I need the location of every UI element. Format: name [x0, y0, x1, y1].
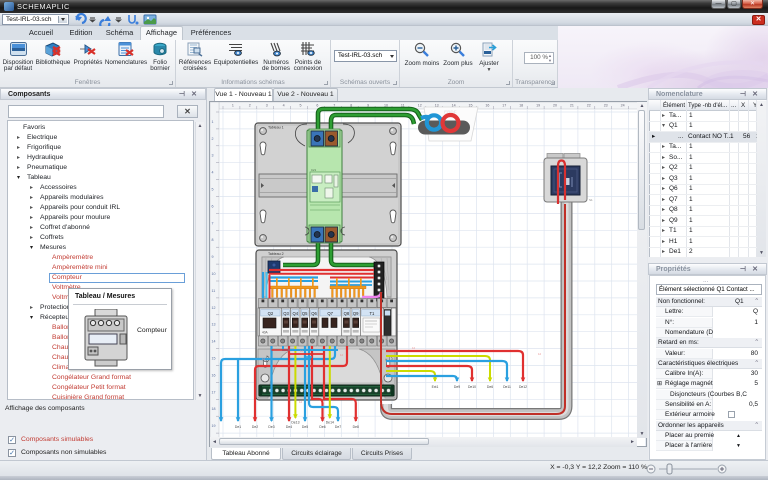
- svg-text:40A: 40A: [262, 331, 269, 335]
- svg-text:De8: De8: [353, 425, 359, 429]
- svg-text:21: 21: [570, 104, 574, 108]
- svg-text:15: 15: [212, 357, 216, 361]
- svg-text:16: 16: [212, 373, 216, 377]
- svg-text:17: 17: [212, 390, 216, 394]
- svg-text:23: 23: [604, 104, 608, 108]
- svg-text:De9: De9: [454, 385, 460, 389]
- svg-text:6: 6: [212, 204, 214, 208]
- svg-text:12: 12: [262, 357, 266, 361]
- svg-text:Ext1: Ext1: [432, 385, 439, 389]
- svg-text:17: 17: [502, 104, 506, 108]
- svg-text:5: 5: [300, 104, 302, 108]
- svg-text:De2: De2: [252, 425, 258, 429]
- svg-text:12: 12: [300, 349, 304, 353]
- svg-text:24: 24: [621, 104, 625, 108]
- svg-text:4: 4: [283, 104, 285, 108]
- svg-text:Q9: Q9: [353, 311, 359, 316]
- svg-text:19: 19: [212, 424, 216, 428]
- svg-text:16: 16: [485, 104, 489, 108]
- svg-text:5: 5: [212, 188, 214, 192]
- svg-text:De4: De4: [286, 425, 292, 429]
- svg-text:De10: De10: [468, 385, 476, 389]
- svg-text:S1: S1: [589, 198, 593, 202]
- svg-text:19: 19: [536, 104, 540, 108]
- svg-text:6: 6: [316, 104, 318, 108]
- svg-text:20: 20: [553, 104, 557, 108]
- svg-text:Tableau 1: Tableau 1: [268, 126, 284, 130]
- svg-text:1: 1: [212, 120, 214, 124]
- svg-text:C21: C21: [311, 168, 317, 172]
- svg-text:12: 12: [299, 400, 303, 404]
- svg-text:2: 2: [212, 137, 214, 141]
- svg-text:De3: De3: [268, 425, 274, 429]
- svg-text:Q7: Q7: [327, 311, 333, 316]
- svg-text:3: 3: [212, 154, 214, 158]
- svg-text:De11: De11: [503, 385, 511, 389]
- svg-text:8: 8: [212, 238, 214, 242]
- svg-text:Q5: Q5: [302, 311, 308, 316]
- svg-text:18: 18: [212, 407, 216, 411]
- svg-text:Q2: Q2: [268, 311, 274, 316]
- svg-text:De6: De6: [319, 425, 325, 429]
- svg-text:10: 10: [212, 272, 216, 276]
- svg-text:9: 9: [212, 255, 214, 259]
- svg-text:Q3: Q3: [283, 311, 289, 316]
- svg-text:Q4: Q4: [293, 311, 299, 316]
- svg-text:22: 22: [587, 104, 591, 108]
- svg-text:Q8: Q8: [344, 311, 350, 316]
- svg-text:12: 12: [340, 353, 344, 357]
- svg-text:12: 12: [418, 104, 422, 108]
- svg-text:18: 18: [519, 104, 523, 108]
- svg-text:4: 4: [212, 171, 214, 175]
- svg-text:12: 12: [412, 346, 416, 350]
- svg-text:De1: De1: [235, 425, 241, 429]
- svg-text:2: 2: [249, 104, 251, 108]
- svg-text:De7: De7: [335, 425, 341, 429]
- svg-text:7: 7: [212, 221, 214, 225]
- svg-text:1: 1: [232, 104, 234, 108]
- svg-text:13: 13: [212, 323, 216, 327]
- svg-text:3: 3: [266, 104, 268, 108]
- svg-text:Q6: Q6: [311, 311, 317, 316]
- svg-text:14: 14: [212, 340, 216, 344]
- svg-text:De13: De13: [291, 421, 299, 425]
- svg-text:11: 11: [212, 289, 216, 293]
- svg-text:Tableau 2: Tableau 2: [268, 252, 284, 256]
- svg-text:De6: De6: [487, 385, 493, 389]
- svg-text:12: 12: [538, 352, 542, 356]
- svg-text:De12: De12: [519, 385, 527, 389]
- svg-text:T1: T1: [369, 311, 375, 316]
- svg-text:12: 12: [212, 306, 216, 310]
- svg-text:De14: De14: [326, 421, 334, 425]
- svg-text:De5: De5: [302, 425, 308, 429]
